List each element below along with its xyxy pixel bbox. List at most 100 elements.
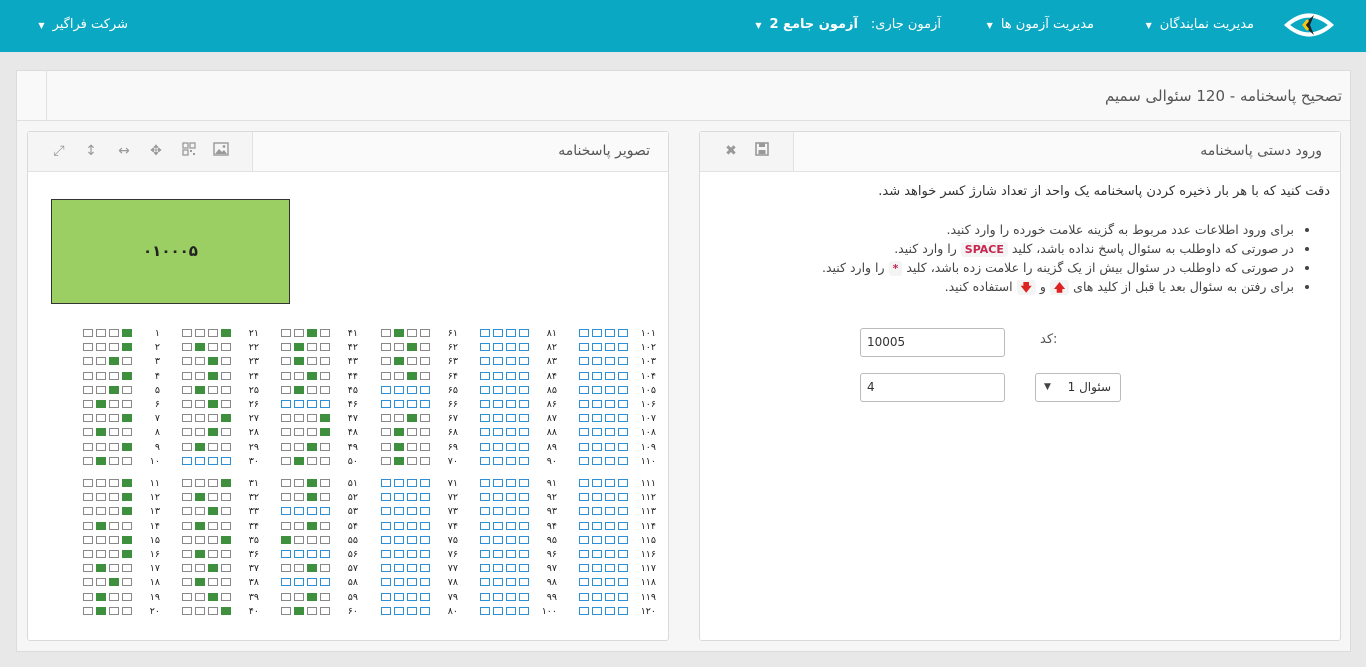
answer-bubble <box>195 357 205 366</box>
answer-bubble <box>480 493 490 502</box>
answer-bubble <box>208 414 218 423</box>
question-number: ۷۶ <box>447 549 458 560</box>
answer-bubble <box>506 592 516 601</box>
answer-bubble <box>122 442 132 451</box>
manual-panel-header: ✖ ورود دستی پاسخنامه <box>700 132 1340 172</box>
answer-bubble <box>221 521 231 530</box>
answer-bubble <box>618 400 628 408</box>
fit-height-icon[interactable]: ↕ <box>82 142 100 160</box>
answer-bubble <box>307 371 317 380</box>
question-number: ۷۵ <box>447 534 458 546</box>
menu-agents[interactable]: مدیریت نمایندگان ▼ <box>1146 17 1254 32</box>
answer-bubble <box>493 343 503 352</box>
question-number: ۲۱ <box>248 328 259 339</box>
answer-bubble <box>182 442 192 451</box>
answer-bubble <box>221 479 231 487</box>
answer-bubble <box>96 535 106 544</box>
answer-bubble <box>307 428 317 437</box>
answer-bubble <box>281 564 291 573</box>
answer-bubble <box>381 606 391 615</box>
fullscreen-icon[interactable]: ✥ <box>147 142 165 160</box>
question-number: ۸۹ <box>546 441 557 453</box>
menu-exams[interactable]: مدیریت آزمون ها ▼ <box>987 17 1094 32</box>
answer-bubble <box>394 442 404 451</box>
question-number: ۱۰۱ <box>640 328 656 339</box>
current-exam-value: آزمون جامع 2 <box>769 17 858 32</box>
answer-bubble <box>407 343 417 352</box>
collapse-tab[interactable] <box>17 71 47 121</box>
answer-bubble <box>320 564 330 573</box>
answer-bubble <box>294 442 304 451</box>
answer-bubble <box>394 414 404 423</box>
code-input[interactable]: 10005 <box>860 328 1005 357</box>
answer-bubble <box>381 442 391 451</box>
question-number: ۱۱۲ <box>640 492 656 504</box>
answer-bubble <box>519 371 529 380</box>
code-label: کد: <box>1040 332 1058 347</box>
expand-icon[interactable]: ⤢ <box>50 142 68 160</box>
answer-bubble <box>519 507 529 516</box>
answer-bubble <box>394 578 404 587</box>
answer-input[interactable]: 4 <box>860 373 1005 402</box>
answer-bubble <box>407 493 417 502</box>
answer-bubble <box>493 357 503 366</box>
question-number: ۲۴ <box>248 370 259 382</box>
answer-bubble <box>83 343 93 352</box>
answer-bubble <box>618 493 628 502</box>
answer-bubble <box>480 414 490 423</box>
question-select[interactable]: سئوال 1 ▼ <box>1035 373 1121 402</box>
answer-bubble <box>493 521 503 530</box>
answer-bubble <box>480 592 490 601</box>
question-number: ۱۰۸ <box>640 427 656 439</box>
answer-bubble <box>493 592 503 601</box>
answer-bubble <box>506 521 516 530</box>
question-number: ۵۸ <box>347 577 358 589</box>
answer-bubble <box>96 564 106 573</box>
image-icon[interactable] <box>212 142 230 160</box>
answer-bubble <box>83 564 93 573</box>
answer-bubble <box>320 592 330 601</box>
answer-bubble <box>96 414 106 423</box>
answer-bubble <box>109 456 119 465</box>
answer-bubble <box>407 357 417 366</box>
answer-bubble <box>320 493 330 502</box>
answer-bubble <box>579 414 589 423</box>
save-icon[interactable] <box>753 142 771 160</box>
answer-bubble <box>605 357 615 366</box>
answer-bubble <box>307 400 317 408</box>
answer-bubble <box>96 456 106 465</box>
question-number: ۴۴ <box>347 370 358 382</box>
close-icon[interactable]: ✖ <box>722 142 740 160</box>
company-menu[interactable]: شرکت فراگیر ▼ <box>38 17 128 32</box>
answer-bubble <box>519 606 529 615</box>
answer-bubble <box>182 507 192 516</box>
answer-bubble <box>208 521 218 530</box>
answer-bubble <box>83 442 93 451</box>
answer-bubble <box>182 521 192 530</box>
answer-bubble <box>592 479 602 487</box>
answer-bubble <box>208 343 218 352</box>
question-number: ۲۹ <box>248 441 259 453</box>
answer-bubble <box>420 400 430 408</box>
question-number: ۱۱۳ <box>640 506 656 518</box>
qr-icon[interactable] <box>180 142 198 160</box>
current-exam-selector[interactable]: آزمون جامع 2 ▼ <box>755 17 858 32</box>
question-number: ۵۶ <box>347 549 358 560</box>
answer-bubble <box>307 343 317 352</box>
answer-bubble <box>394 357 404 366</box>
answer-bubble <box>96 329 106 337</box>
brand-logo-icon[interactable] <box>1284 8 1334 42</box>
answer-bubble <box>307 414 317 423</box>
fit-width-icon[interactable]: ↔ <box>115 142 133 160</box>
question-number: ۱۰۷ <box>640 413 656 425</box>
chevron-down-icon: ▼ <box>755 21 762 30</box>
answer-bubble <box>294 428 304 437</box>
answer-bubble <box>605 428 615 437</box>
answer-bubble <box>519 535 529 544</box>
answer-bubble <box>122 329 132 337</box>
answer-bubble <box>294 343 304 352</box>
answer-bubble <box>320 400 330 408</box>
question-number: ۳ <box>154 356 160 368</box>
question-number: ۶۶ <box>447 399 458 410</box>
answer-bubble <box>281 479 291 487</box>
